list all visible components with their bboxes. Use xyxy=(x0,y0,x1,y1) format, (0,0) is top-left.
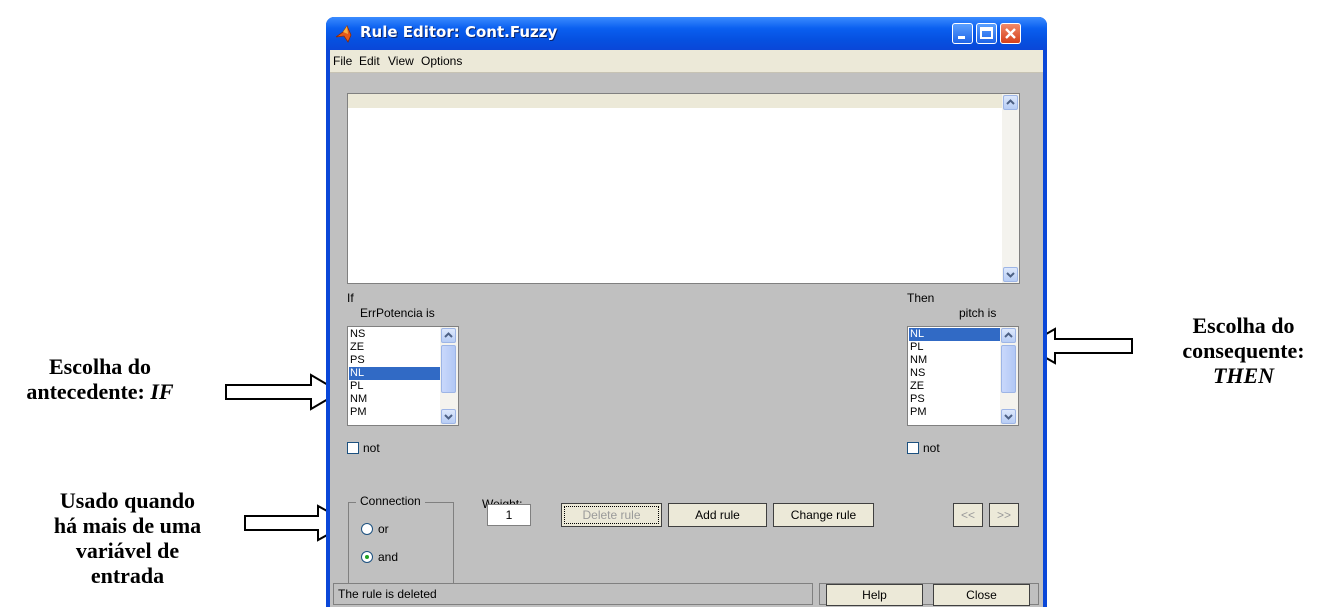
antecedent-annotation: Escolha do antecedente: IF xyxy=(0,354,200,404)
consequent-annotation-em: THEN xyxy=(1212,363,1275,388)
then-list-item[interactable]: NS xyxy=(909,367,1001,380)
then-list-scrollbar[interactable] xyxy=(1000,327,1018,425)
then-list-item[interactable]: ZE xyxy=(909,380,1001,393)
rule-list[interactable] xyxy=(347,93,1020,284)
scroll-up-button[interactable] xyxy=(1003,95,1018,110)
consequent-annotation-line1: Escolha do xyxy=(1192,313,1295,338)
if-scroll-down-button[interactable] xyxy=(441,409,456,424)
connection-annotation-line1: Usado quando xyxy=(59,488,196,513)
change-rule-button[interactable]: Change rule xyxy=(773,503,874,527)
if-list-item[interactable]: PS xyxy=(349,354,441,367)
if-list-item[interactable]: PM xyxy=(349,406,441,419)
then-list-item[interactable]: PS xyxy=(909,393,1001,406)
if-label: If xyxy=(347,291,354,305)
add-rule-button[interactable]: Add rule xyxy=(668,503,767,527)
antecedent-annotation-em: IF xyxy=(150,379,174,404)
client-area: If ErrPotencia is NS ZE PS NL PL NM PM not The… xyxy=(330,73,1043,607)
rule-list-selected-row xyxy=(348,94,1002,108)
and-radio[interactable] xyxy=(361,551,373,563)
menu-file[interactable]: File xyxy=(333,54,352,68)
chevron-down-icon xyxy=(1004,414,1013,420)
weight-input[interactable]: 1 xyxy=(487,504,531,526)
then-list-item[interactable]: NM xyxy=(909,354,1001,367)
menu-bar: File Edit View Options xyxy=(330,50,1043,73)
menu-options[interactable]: Options xyxy=(421,54,462,68)
then-not-checkbox[interactable] xyxy=(907,442,919,454)
antecedent-annotation-prefix: antecedente: xyxy=(26,379,151,404)
if-not-label: not xyxy=(363,441,380,455)
or-radio[interactable] xyxy=(361,523,373,535)
connection-title: Connection xyxy=(356,494,425,508)
title-bar[interactable]: Rule Editor: Cont.Fuzzy xyxy=(326,17,1047,50)
if-list-scrollbar[interactable] xyxy=(440,327,458,425)
minimize-icon xyxy=(958,36,965,39)
antecedent-annotation-line1: Escolha do xyxy=(48,354,152,379)
then-list-item[interactable]: PM xyxy=(909,406,1001,419)
minimize-button[interactable] xyxy=(952,23,973,44)
then-membership-list[interactable]: NL PL NM NS ZE PS PM xyxy=(907,326,1019,426)
then-list-item[interactable]: NL xyxy=(909,328,1001,341)
if-list-item[interactable]: PL xyxy=(349,380,441,393)
if-scroll-up-button[interactable] xyxy=(441,328,456,343)
scroll-down-button[interactable] xyxy=(1003,267,1018,282)
or-label: or xyxy=(378,522,389,536)
delete-rule-button[interactable]: Delete rule xyxy=(561,503,662,527)
if-variable-label: ErrPotencia is xyxy=(360,306,435,320)
menu-edit[interactable]: Edit xyxy=(359,54,380,68)
matlab-logo-icon xyxy=(335,25,352,43)
then-scroll-down-button[interactable] xyxy=(1001,409,1016,424)
chevron-up-icon xyxy=(1006,99,1015,105)
maximize-icon xyxy=(980,27,993,39)
rule-editor-window: Rule Editor: Cont.Fuzzy File Edit View O… xyxy=(326,17,1047,607)
if-scroll-thumb[interactable] xyxy=(441,345,456,393)
close-icon xyxy=(1005,28,1016,39)
next-rule-button[interactable]: >> xyxy=(989,503,1019,527)
consequent-annotation-line2: consequente: xyxy=(1182,338,1305,363)
chevron-down-icon xyxy=(1006,272,1015,278)
then-label: Then xyxy=(907,291,935,305)
if-list-item[interactable]: ZE xyxy=(349,341,441,354)
status-bar: The rule is deleted xyxy=(333,583,813,605)
window-title: Rule Editor: Cont.Fuzzy xyxy=(360,23,558,41)
connection-annotation-line2: há mais de uma xyxy=(53,513,202,538)
chevron-down-icon xyxy=(444,414,453,420)
and-radio-dot xyxy=(365,555,369,559)
connection-group xyxy=(348,502,454,584)
then-scroll-up-button[interactable] xyxy=(1001,328,1016,343)
if-list-item[interactable]: NL xyxy=(349,367,441,380)
connection-annotation-line3: variável de xyxy=(75,538,180,563)
if-membership-list[interactable]: NS ZE PS NL PL NM PM xyxy=(347,326,459,426)
menu-view[interactable]: View xyxy=(388,54,414,68)
if-list-item[interactable]: NS xyxy=(349,328,441,341)
rule-list-scrollbar[interactable] xyxy=(1002,94,1019,283)
if-items: NS ZE PS NL PL NM PM xyxy=(349,328,441,419)
connection-annotation: Usado quando há mais de uma variável de … xyxy=(20,488,235,588)
maximize-button[interactable] xyxy=(976,23,997,44)
prev-rule-button[interactable]: << xyxy=(953,503,983,527)
then-items: NL PL NM NS ZE PS PM xyxy=(909,328,1001,419)
help-button[interactable]: Help xyxy=(826,584,923,606)
close-button[interactable]: Close xyxy=(933,584,1030,606)
then-variable-label: pitch is xyxy=(959,306,997,320)
then-list-item[interactable]: PL xyxy=(909,341,1001,354)
if-list-item[interactable]: NM xyxy=(349,393,441,406)
connection-annotation-line4: entrada xyxy=(90,563,165,588)
chevron-up-icon xyxy=(1004,332,1013,338)
then-not-label: not xyxy=(923,441,940,455)
consequent-annotation: Escolha do consequente: THEN xyxy=(1150,313,1337,388)
then-scroll-thumb[interactable] xyxy=(1001,345,1016,393)
chevron-up-icon xyxy=(444,332,453,338)
and-label: and xyxy=(378,550,399,564)
close-window-button[interactable] xyxy=(1000,23,1021,44)
if-not-checkbox[interactable] xyxy=(347,442,359,454)
